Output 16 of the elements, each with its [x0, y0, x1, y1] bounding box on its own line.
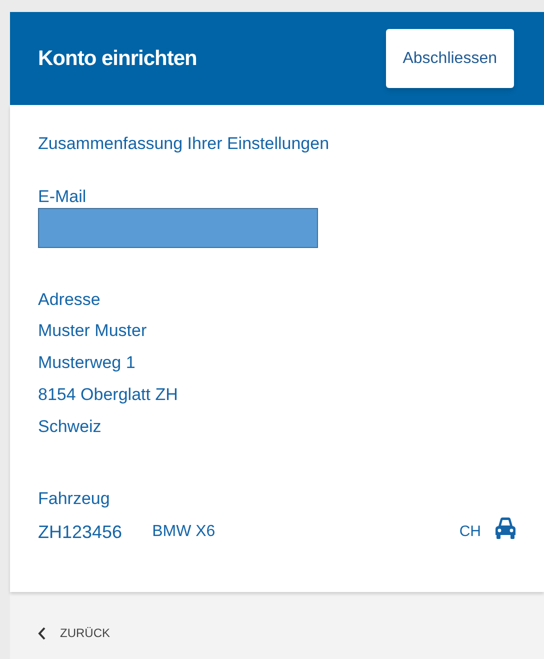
address-line: 8154 Oberglatt ZH: [38, 384, 178, 406]
address-line: Musterweg 1: [38, 352, 136, 374]
address-label: Adresse: [38, 289, 100, 311]
summary-title: Zusammenfassung Ihrer Einstellungen: [38, 133, 330, 155]
vehicle-model: BMW X6: [152, 522, 216, 542]
chevron-left-icon: [38, 626, 46, 640]
page-title: Konto einrichten: [38, 46, 197, 72]
email-label: E-Mail: [38, 186, 86, 208]
address-line: Muster Muster: [38, 320, 147, 342]
finish-button[interactable]: Abschliessen: [386, 29, 514, 88]
license-plate: ZH123456: [38, 520, 122, 544]
country-code: CH: [459, 522, 481, 542]
vehicle-label: Fahrzeug: [38, 488, 110, 510]
address-line: Schweiz: [38, 416, 102, 438]
car-icon: [493, 516, 518, 542]
back-link[interactable]: ZURÜCK: [38, 624, 110, 642]
